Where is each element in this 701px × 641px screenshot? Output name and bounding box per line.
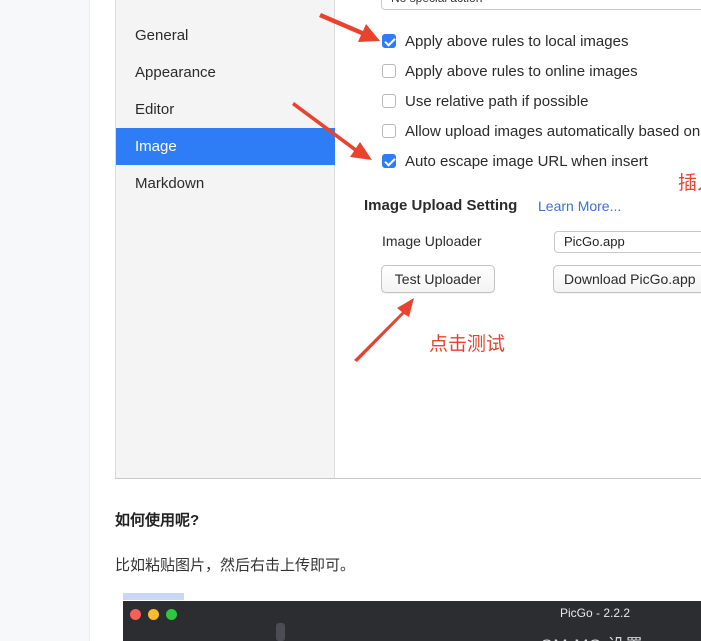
image-caption-highlight [123,593,184,600]
arrow-to-auto-escape [292,102,372,160]
close-window-icon[interactable] [130,609,141,620]
picgo-window-title: PicGo - 2.2.2 [560,606,631,620]
page-left-gutter [0,0,90,641]
maximize-window-icon[interactable] [166,609,177,620]
section-question-heading: 如何使用呢? [115,512,200,529]
arrow-to-local-images [319,13,380,42]
arrow-to-test-uploader [354,298,414,362]
picgo-window-screenshot: PicGo - 2.2.2 SM.MS 设置 [123,601,701,641]
annotation-arrows [292,13,414,362]
sidebar-resize-handle[interactable] [276,623,285,641]
instruction-paragraph: 比如粘贴图片，然后右击上传即可。 [115,557,356,574]
picgo-settings-heading: SM.MS 设置 [541,631,643,641]
minimize-window-icon[interactable] [148,609,159,620]
preferences-screenshot: General Appearance Editor Image Markdown… [115,0,701,479]
